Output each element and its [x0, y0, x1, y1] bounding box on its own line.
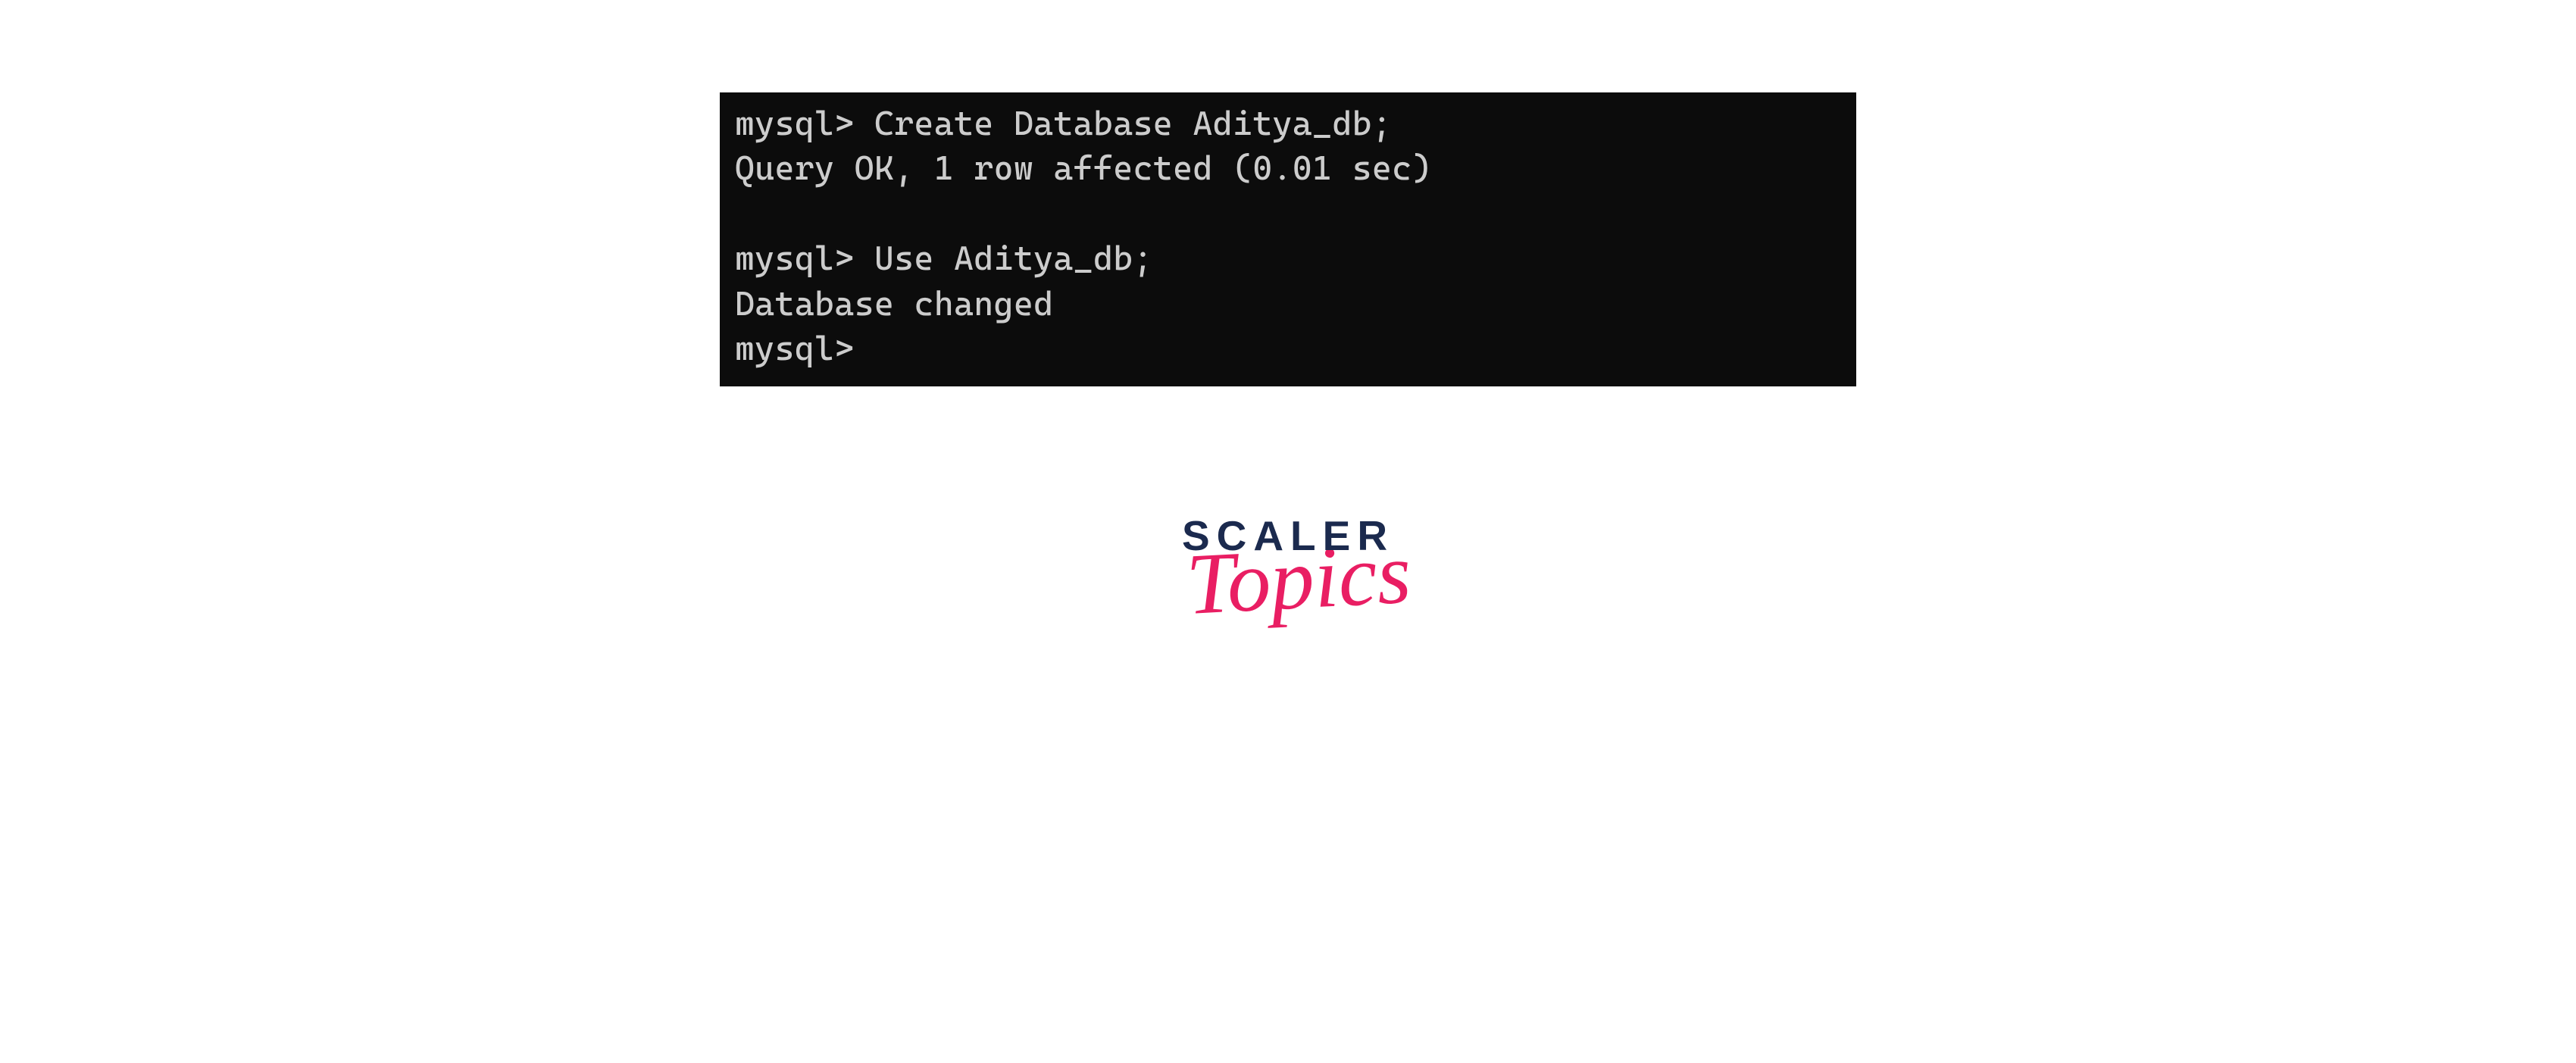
terminal-line: mysql> Use Aditya_db;: [735, 239, 1153, 278]
command: Use Aditya_db;: [874, 239, 1153, 278]
terminal-output: Query OK, 1 row affected (0.01 sec): [735, 149, 1432, 188]
logo-top-text: SCALER: [1182, 511, 1394, 560]
prompt: mysql>: [735, 330, 855, 368]
terminal-line: mysql>: [735, 330, 855, 368]
command: Create Database Aditya_db;: [874, 105, 1392, 143]
scaler-topics-logo: SCALER Topics: [1176, 511, 1400, 617]
prompt: mysql>: [735, 105, 855, 143]
terminal-line: mysql> Create Database Aditya_db;: [735, 105, 1392, 143]
mysql-terminal[interactable]: mysql> Create Database Aditya_db; Query …: [720, 92, 1856, 386]
terminal-output: Database changed: [735, 285, 1054, 324]
prompt: mysql>: [735, 239, 855, 278]
